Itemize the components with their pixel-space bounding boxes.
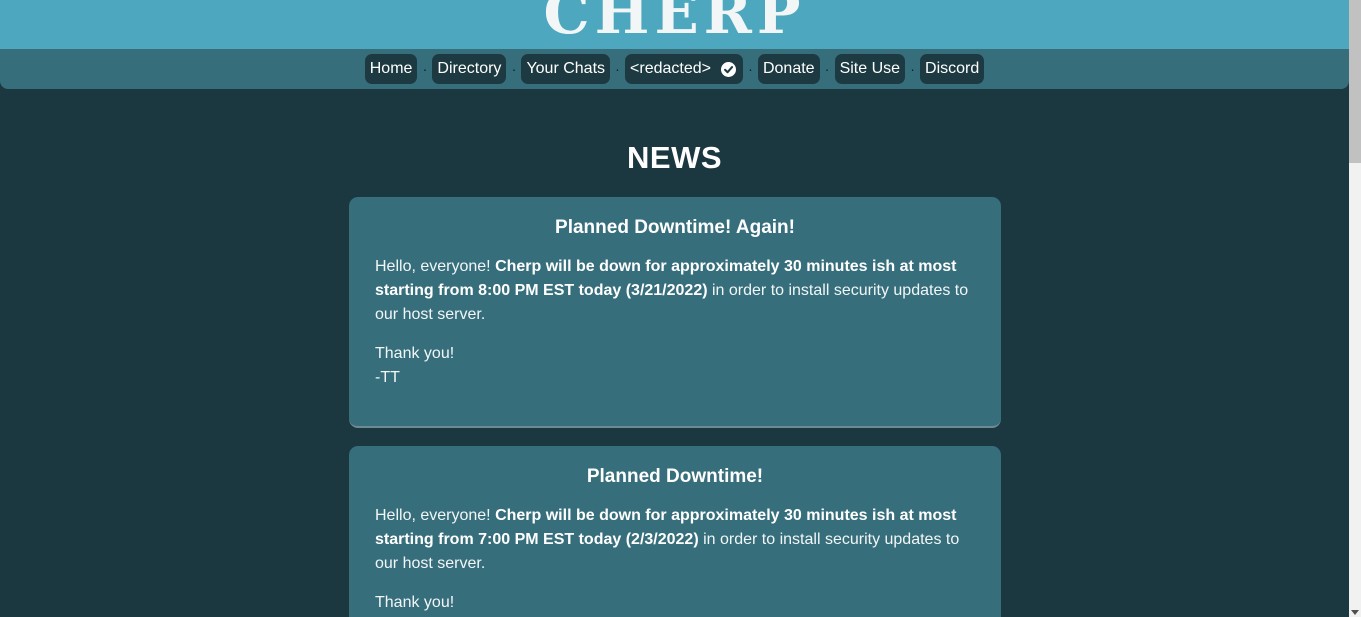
main-nav: Home · Directory · Your Chats · <redacte… xyxy=(0,49,1349,89)
nav-account[interactable]: <redacted> xyxy=(625,54,743,84)
nav-home-label: Home xyxy=(369,60,413,77)
nav-home[interactable]: Home xyxy=(364,54,418,84)
nav-separator: · xyxy=(422,61,428,77)
nav-donate-label: Donate xyxy=(762,60,815,77)
check-circle-icon xyxy=(720,61,736,77)
site-header: CHERP xyxy=(0,0,1349,49)
news-post-paragraph: Hello, everyone! Cherp will be down for … xyxy=(375,255,975,327)
page-scrollbar[interactable] xyxy=(1349,0,1361,617)
news-post: Planned Downtime! Again! Hello, everyone… xyxy=(349,197,1001,428)
news-post-title: Planned Downtime! xyxy=(586,466,764,487)
nav-discord-label: Discord xyxy=(925,60,980,77)
nav-your-chats[interactable]: Your Chats xyxy=(521,54,611,84)
nav-directory-label: Directory xyxy=(437,60,502,77)
news-post-thanks: Thank you! xyxy=(375,594,455,611)
news-post-body: Hello, everyone! Cherp will be down for … xyxy=(375,255,975,390)
nav-separator: · xyxy=(615,61,620,77)
news-post-signoff: Thank you! xyxy=(375,591,975,615)
nav-site-use-label: Site Use xyxy=(839,60,901,77)
news-post-body: Hello, everyone! Cherp will be down for … xyxy=(375,504,975,615)
news-post-thanks: Thank you! xyxy=(375,345,455,362)
nav-separator: · xyxy=(824,61,830,77)
nav-account-label: <redacted> xyxy=(630,60,711,77)
scrollbar-thumb[interactable] xyxy=(1349,0,1361,163)
nav-separator: · xyxy=(748,61,753,77)
news-post-intro: Hello, everyone! xyxy=(375,258,496,275)
nav-separator: · xyxy=(511,61,517,77)
nav-directory[interactable]: Directory xyxy=(432,54,507,84)
news-post-signoff: Thank you! -TT xyxy=(375,342,975,390)
nav-your-chats-label: Your Chats xyxy=(526,60,606,77)
scroll-down-arrow-icon[interactable] xyxy=(1351,610,1359,615)
nav-discord[interactable]: Discord xyxy=(920,54,985,84)
nav-site-use[interactable]: Site Use xyxy=(834,54,906,84)
news-post-title: Planned Downtime! Again! xyxy=(555,217,795,238)
news-post-signature: -TT xyxy=(375,369,400,386)
nav-separator: · xyxy=(910,61,915,77)
site-logo[interactable]: CHERP xyxy=(0,0,1349,48)
nav-donate[interactable]: Donate xyxy=(757,54,820,84)
news-post-paragraph: Hello, everyone! Cherp will be down for … xyxy=(375,504,975,576)
page: CHERP Home · Directory · Your Chats · <r… xyxy=(0,0,1349,617)
news-heading: NEWS xyxy=(627,140,722,175)
news-post: Planned Downtime! Hello, everyone! Cherp… xyxy=(349,446,1001,617)
news-post-intro: Hello, everyone! xyxy=(375,507,496,524)
